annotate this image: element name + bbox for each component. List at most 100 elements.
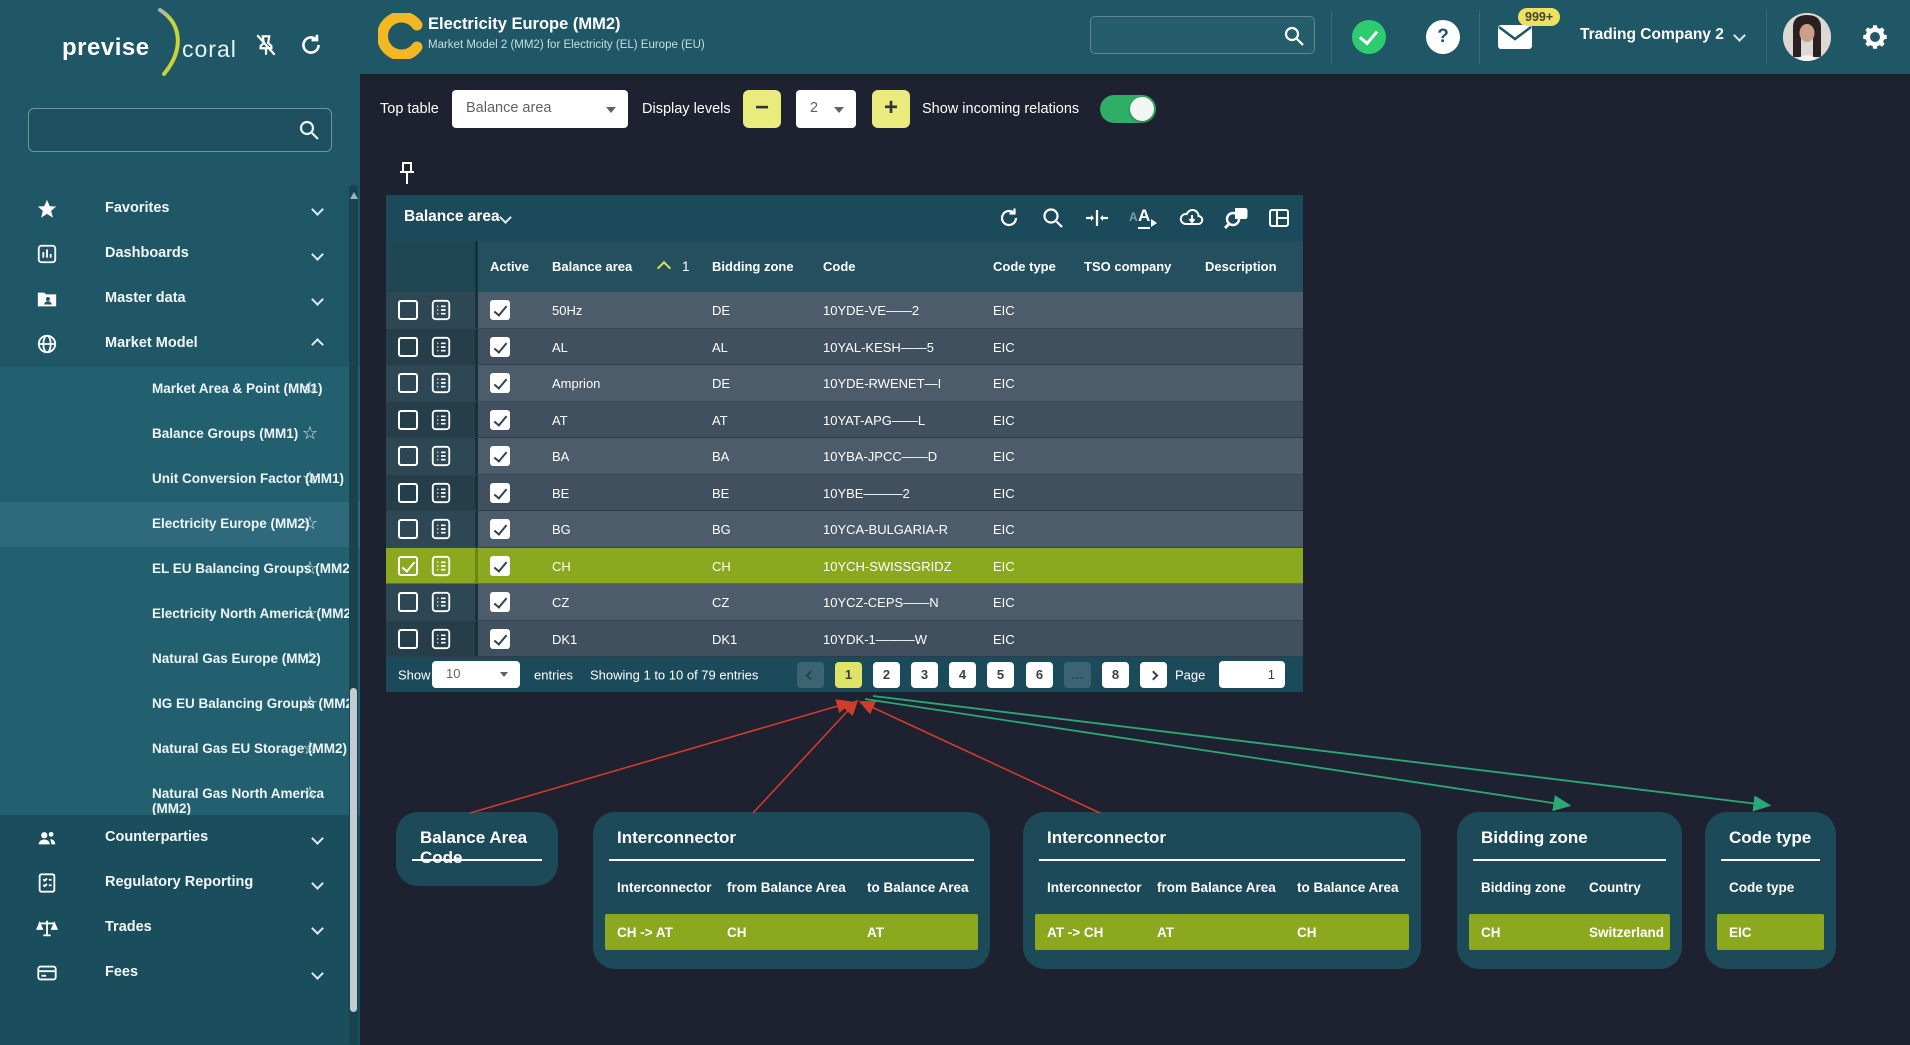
col-active[interactable]: Active [490, 259, 529, 274]
page-number-input[interactable] [1219, 661, 1285, 688]
table-row[interactable]: DK1DK110YDK-1———WEIC [386, 621, 1303, 658]
sidebar-item-counterparties[interactable]: Counterparties [0, 816, 360, 861]
table-row-highlighted[interactable]: CHCH10YCH-SWISSGRIDZEIC [386, 548, 1303, 585]
row-details-button[interactable] [430, 628, 452, 650]
favorite-star-icon[interactable]: ☆ [302, 423, 318, 444]
favorite-star-icon[interactable]: ☆ [302, 648, 318, 669]
active-checkbox[interactable] [490, 592, 510, 612]
decrease-levels-button[interactable]: − [743, 90, 781, 128]
table-row[interactable]: CZCZ10YCZ-CEPS——NEIC [386, 584, 1303, 621]
active-checkbox[interactable] [490, 629, 510, 649]
sidebar-item-regulatory-reporting[interactable]: Regulatory Reporting [0, 861, 360, 906]
page-size-select[interactable]: 10 [432, 661, 520, 688]
refresh-icon[interactable] [997, 206, 1021, 230]
favorite-star-icon[interactable]: ☆ [302, 738, 318, 759]
sidebar-subitem[interactable]: Balance Groups (MM1)☆ [0, 412, 360, 457]
table-row[interactable]: ALAL10YAL-KESH——5EIC [386, 329, 1303, 366]
sidebar-search-input[interactable] [39, 109, 289, 151]
favorite-star-icon[interactable]: ☆ [302, 468, 318, 489]
row-details-button[interactable] [430, 445, 452, 467]
sidebar-subitem[interactable]: NG EU Balancing Groups (MM2)☆ [0, 682, 360, 727]
row-select-checkbox[interactable] [398, 483, 418, 503]
row-select-checkbox[interactable] [398, 629, 418, 649]
row-select-checkbox[interactable] [398, 337, 418, 357]
increase-levels-button[interactable]: + [872, 90, 910, 128]
table-row[interactable]: BGBG10YCA-BULGARIA-REIC [386, 511, 1303, 548]
unpin-sidebar-icon[interactable] [253, 32, 279, 63]
favorite-star-icon[interactable]: ☆ [302, 693, 318, 714]
card-data-row[interactable]: EIC [1717, 914, 1824, 950]
row-select-checkbox[interactable] [398, 446, 418, 466]
col-tso-company[interactable]: TSO company [1084, 259, 1171, 274]
active-checkbox[interactable] [490, 373, 510, 393]
layout-columns-icon[interactable] [1267, 206, 1291, 230]
sort-asc-icon[interactable] [657, 261, 671, 275]
refresh-sidebar-icon[interactable] [298, 32, 324, 63]
col-code-type[interactable]: Code type [993, 259, 1056, 274]
row-details-button[interactable] [430, 372, 452, 394]
row-select-checkbox[interactable] [398, 410, 418, 430]
page-button[interactable]: 6 [1026, 662, 1053, 688]
favorite-star-icon[interactable]: ☆ [302, 378, 318, 399]
user-avatar[interactable] [1783, 13, 1831, 61]
sidebar-scrollbar-thumb[interactable] [350, 688, 357, 1012]
row-details-button[interactable] [430, 555, 452, 577]
sidebar-subitem[interactable]: Electricity North America (MM2)☆ [0, 592, 360, 637]
sidebar-subitem[interactable]: Natural Gas North America (MM2)☆ [0, 772, 360, 817]
sidebar-item-fees[interactable]: Fees [0, 951, 360, 996]
row-select-checkbox[interactable] [398, 592, 418, 612]
row-details-button[interactable] [430, 299, 452, 321]
help-icon[interactable]: ? [1426, 20, 1460, 54]
text-format-icon[interactable]: AA [1129, 206, 1159, 230]
prev-page-button[interactable] [797, 662, 824, 688]
sidebar-item-favorites[interactable]: Favorites [0, 187, 360, 232]
show-incoming-toggle[interactable] [1100, 95, 1156, 123]
pin-icon[interactable] [394, 160, 420, 195]
table-row[interactable]: AmprionDE10YDE-RWENET—IEIC [386, 365, 1303, 402]
card-bidding-zone[interactable]: Bidding zone Bidding zoneCountry CHSwitz… [1457, 812, 1682, 969]
sidebar-subitem[interactable]: Market Area & Point (MM1)☆ [0, 367, 360, 412]
sidebar-item-master-data[interactable]: Master data [0, 277, 360, 322]
favorite-star-icon[interactable]: ☆ [302, 783, 318, 804]
top-table-select[interactable]: Balance area [452, 90, 628, 128]
sidebar-subitem-selected[interactable]: Electricity Europe (MM2)☆ [0, 502, 360, 547]
page-button[interactable]: 8 [1102, 662, 1129, 688]
fit-columns-icon[interactable] [1085, 206, 1109, 230]
settings-gear-icon[interactable] [1860, 22, 1890, 57]
row-select-checkbox-checked[interactable] [398, 556, 418, 576]
col-code[interactable]: Code [823, 259, 856, 274]
active-checkbox[interactable] [490, 300, 510, 320]
levels-select[interactable]: 2 [796, 90, 856, 128]
card-balance-area-code[interactable]: Balance Area Code [396, 812, 558, 886]
row-select-checkbox[interactable] [398, 300, 418, 320]
page-button[interactable]: 5 [987, 662, 1014, 688]
cloud-download-icon[interactable] [1179, 206, 1203, 230]
favorite-star-icon[interactable]: ☆ [302, 558, 318, 579]
sidebar-item-market-model[interactable]: Market Model [0, 322, 360, 367]
row-details-button[interactable] [430, 409, 452, 431]
status-check-icon[interactable] [1352, 20, 1386, 54]
active-checkbox[interactable] [490, 519, 510, 539]
favorite-star-icon[interactable]: ☆ [302, 513, 318, 534]
row-details-button[interactable] [430, 518, 452, 540]
search-data-icon[interactable] [1223, 206, 1247, 230]
card-data-row[interactable]: AT -> CHATCH [1035, 914, 1409, 950]
table-row[interactable]: 50HzDE10YDE-VE——2EIC [386, 292, 1303, 329]
card-data-row[interactable]: CHSwitzerland [1469, 914, 1670, 950]
card-code-type[interactable]: Code type Code type EIC [1705, 812, 1836, 969]
active-checkbox[interactable] [490, 483, 510, 503]
global-search-input[interactable] [1099, 17, 1279, 53]
page-button[interactable]: 4 [949, 662, 976, 688]
sidebar-subitem[interactable]: Natural Gas EU Storage (MM2)☆ [0, 727, 360, 772]
active-checkbox[interactable] [490, 337, 510, 357]
row-select-checkbox[interactable] [398, 373, 418, 393]
col-description[interactable]: Description [1205, 259, 1277, 274]
row-details-button[interactable] [430, 591, 452, 613]
favorite-star-icon[interactable]: ☆ [302, 603, 318, 624]
mail-icon[interactable] [1496, 22, 1534, 57]
sidebar-scrollbar-up-arrow[interactable] [350, 192, 358, 199]
table-row[interactable]: ATAT10YAT-APG——LEIC [386, 402, 1303, 439]
card-interconnector-2[interactable]: Interconnector Interconnectorfrom Balanc… [1023, 812, 1421, 969]
chevron-down-icon[interactable] [499, 211, 512, 224]
page-button[interactable]: 2 [873, 662, 900, 688]
